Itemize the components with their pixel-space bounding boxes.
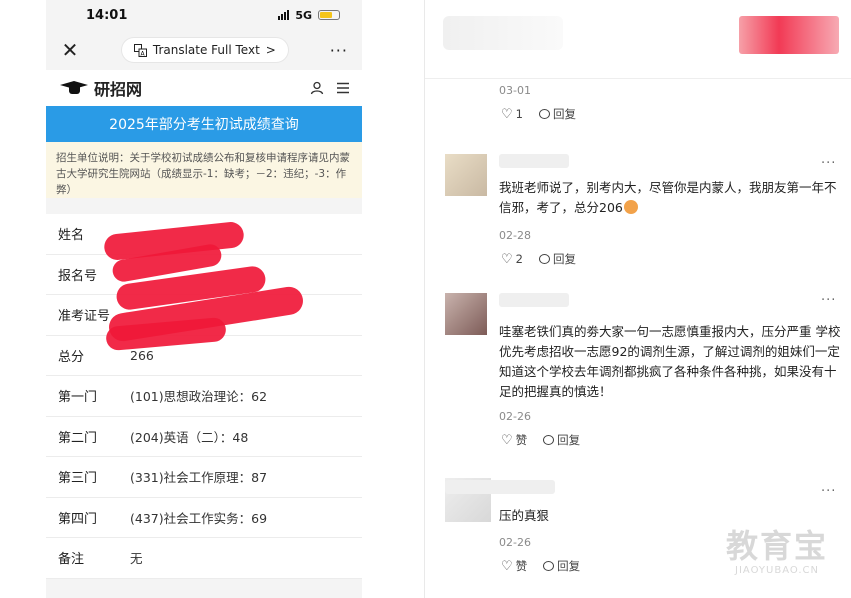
blurred-username	[499, 154, 569, 168]
comment-bubble-icon	[538, 254, 550, 264]
comment-date: 02-26	[499, 536, 531, 549]
reply-label: 回复	[557, 559, 581, 573]
row-value: 266	[130, 347, 154, 363]
heart-icon: ♡	[501, 558, 513, 574]
comment-bubble-icon	[543, 435, 555, 445]
status-indicators: 5G	[278, 9, 340, 22]
row-value: (204)英语（二）：48	[130, 429, 249, 445]
comment-actions: ♡ 1 回复	[501, 106, 576, 122]
like-label: 赞	[515, 559, 528, 573]
like-button[interactable]: ♡ 赞	[501, 432, 527, 448]
reply-button[interactable]: 回复	[538, 251, 576, 267]
table-row: 第一门 (101)思想政治理论：62	[46, 376, 362, 417]
close-icon[interactable]: ✕	[60, 38, 80, 62]
table-row: 第二门 (204)英语（二）：48	[46, 417, 362, 457]
comment-date: 02-28	[499, 229, 531, 242]
comment-divider	[425, 78, 851, 79]
more-options-icon[interactable]: ···	[330, 41, 348, 60]
translate-full-text-button[interactable]: A Translate Full Text >	[121, 38, 288, 62]
phone-screenshot: 14:01 5G ✕ A Translate Full Text > ··· 研…	[46, 0, 362, 598]
reply-label: 回复	[552, 252, 576, 266]
table-row: 第四门 (437)社会工作实务：69	[46, 498, 362, 538]
like-button[interactable]: ♡ 1	[501, 107, 523, 122]
like-label: 赞	[515, 433, 528, 447]
row-value: (437)社会工作实务：69	[130, 510, 268, 526]
avatar[interactable]	[445, 293, 487, 335]
reply-button[interactable]: 回复	[538, 106, 576, 122]
comment-text: 我班老师说了，别考内大，尽管你是内蒙人，我朋友第一年不信邪，考了，总分206	[499, 180, 837, 215]
page-title-banner: 2025年部分考生初试成绩查询	[46, 106, 362, 142]
row-value: (101)思想政治理论：62	[130, 389, 268, 405]
avatar[interactable]	[445, 154, 487, 196]
blurred-image	[739, 16, 839, 54]
heart-icon: ♡	[501, 251, 513, 267]
tired-face-emoji-icon	[623, 200, 638, 214]
translate-icon: A	[133, 43, 147, 57]
row-value: 无	[130, 551, 143, 567]
more-options-icon[interactable]: ···	[821, 293, 836, 308]
comment-date: 03-01	[499, 84, 531, 97]
more-options-icon[interactable]: ···	[821, 484, 836, 499]
site-logo[interactable]: 研招网	[60, 76, 142, 100]
blurred-username	[445, 480, 555, 494]
watermark-logo: 教育宝 JIAOYUBAO.CN	[722, 521, 832, 576]
table-row: 备注 无	[46, 538, 362, 579]
heart-icon: ♡	[501, 106, 513, 122]
site-header-icons	[310, 81, 350, 95]
blurred-username	[443, 16, 563, 50]
reply-label: 回复	[557, 433, 581, 447]
like-count: 2	[515, 252, 523, 266]
comment-actions: ♡ 2 回复	[501, 251, 576, 267]
like-count: 1	[515, 107, 523, 121]
chevron-right-icon: >	[265, 43, 276, 57]
admission-notice: 招生单位说明：关于学校初试成绩公布和复核申请程序请见内蒙古大学研究生院网站（成绩…	[46, 142, 362, 198]
row-label: 第二门	[58, 430, 98, 446]
status-bar: 14:01 5G	[46, 0, 362, 30]
status-time: 14:01	[86, 7, 128, 23]
site-name: 研招网	[94, 80, 143, 99]
site-header: 研招网	[46, 70, 362, 106]
like-button[interactable]: ♡ 2	[501, 252, 523, 267]
menu-icon[interactable]	[336, 82, 350, 94]
reply-button[interactable]: 回复	[543, 558, 580, 574]
signal-icon	[278, 10, 290, 20]
row-label: 备注	[58, 552, 85, 568]
browser-toolbar: ✕ A Translate Full Text > ···	[46, 30, 362, 70]
like-button[interactable]: ♡ 赞	[501, 558, 527, 574]
comment-text: 哇塞老铁们真的劵大家一句一志愿慎重报内大，压分严重 学校优先考虑招收一志愿92的…	[499, 324, 841, 399]
translate-label: Translate Full Text	[152, 43, 260, 57]
comments-panel: 03-01 ♡ 1 回复 ··· 我班老师说了，别考内大，尽管你是内蒙人，我朋友第…	[425, 0, 851, 598]
comment-date: 02-26	[499, 410, 531, 423]
user-icon[interactable]	[310, 81, 324, 95]
watermark-domain: JIAOYUBAO.CN	[735, 565, 819, 576]
graduation-cap-icon	[60, 79, 88, 97]
comment-actions: ♡ 赞 回复	[501, 558, 580, 574]
network-label: 5G	[295, 8, 312, 22]
reply-label: 回复	[552, 107, 576, 121]
battery-icon	[318, 10, 340, 20]
row-value: (331)社会工作原理：87	[130, 470, 268, 486]
row-label: 第一门	[58, 390, 98, 406]
comment-bubble-icon	[543, 561, 555, 571]
comment-bubble-icon	[538, 109, 550, 119]
heart-icon: ♡	[501, 432, 513, 448]
comment-actions: ♡ 赞 回复	[501, 432, 580, 448]
table-row: 第三门 (331)社会工作原理：87	[46, 457, 362, 498]
blurred-username	[499, 293, 569, 307]
score-table: 姓名 报名号 准考证号 总分 266 第一门 (101)思想政治理论：62 第二门(…	[46, 214, 362, 579]
row-label: 第三门	[58, 471, 98, 487]
row-label: 第四门	[58, 511, 98, 527]
reply-button[interactable]: 回复	[543, 432, 580, 448]
watermark-text: 教育宝	[725, 527, 828, 565]
more-options-icon[interactable]: ···	[821, 156, 836, 171]
